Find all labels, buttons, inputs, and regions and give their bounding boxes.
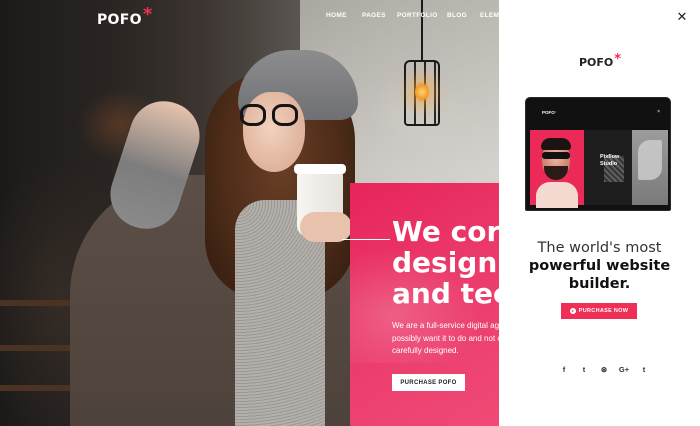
logo-text: POFO — [97, 12, 142, 28]
nav-item-elements[interactable]: ELEME — [480, 12, 499, 19]
hero-headline-line: We cor — [392, 216, 499, 248]
social-links: f t ⊛ G+ t — [559, 364, 649, 374]
side-logo-text: POFO — [579, 56, 614, 69]
logo-star-icon: * — [142, 4, 153, 25]
laptop-screen-close-icon: × — [657, 109, 660, 115]
tumblr-icon[interactable]: t — [639, 364, 649, 374]
laptop-screen-logo-text: POFO — [542, 110, 555, 115]
headline-rule — [342, 239, 390, 240]
pendant-lamp-cord — [421, 0, 423, 62]
hero-headline-line: design, — [392, 246, 499, 279]
glasses-icon — [240, 104, 266, 126]
laptop-screen-logo: POFO* — [542, 110, 557, 115]
logo-star-icon: * — [614, 52, 622, 67]
logo-star-icon: * — [554, 110, 557, 115]
lamp-bulb — [415, 82, 429, 102]
twitter-icon[interactable]: t — [579, 364, 589, 374]
sunglasses-icon — [542, 152, 570, 159]
dribbble-icon[interactable]: ⊛ — [599, 364, 609, 374]
hero-description-line: possibly want it to do and not c — [392, 333, 499, 343]
site-logo[interactable]: POFO* — [97, 4, 153, 29]
purchase-now-label: PURCHASE NOW — [578, 308, 629, 314]
hero-description-line: We are a full-service digital age — [392, 321, 499, 330]
nav-item-blog[interactable]: BLOG — [447, 12, 480, 19]
close-icon[interactable]: ✕ — [676, 10, 688, 23]
portrait-beard — [544, 166, 568, 180]
nav-item-portfolio[interactable]: PORTFOLIO — [397, 12, 447, 19]
tagline-bold: powerful website builder. — [528, 258, 671, 292]
laptop-screen-studio-text: Pixflow Studio — [600, 154, 620, 167]
laptop-screen-gray-tile — [632, 130, 668, 205]
glasses-icon — [272, 104, 298, 126]
nav-item-home[interactable]: HOME — [326, 12, 362, 19]
purchase-now-button[interactable]: PURCHASE NOW — [561, 303, 637, 319]
side-panel-tagline: The world's most powerful website builde… — [499, 239, 700, 293]
hero-description: We are a full-service digital age possib… — [392, 320, 499, 358]
coffee-cup-lid — [294, 164, 346, 174]
laptop-screen-studio-tile: Pixflow Studio — [584, 130, 632, 205]
portrait-hair — [541, 138, 571, 150]
purchase-pofo-button[interactable]: PURCHASE POFO — [392, 374, 465, 391]
laptop-preview-image: POFO* × Pixflow Studio — [525, 97, 671, 211]
google-plus-icon[interactable]: G+ — [619, 364, 629, 374]
play-circle-icon — [569, 308, 576, 314]
main-nav: HOME PAGES PORTFOLIO BLOG ELEME — [326, 12, 499, 19]
hero-description-line: carefully designed. — [392, 346, 459, 355]
facebook-icon[interactable]: f — [559, 364, 569, 374]
hero-headline: We cor design, and tec — [392, 216, 499, 309]
hero-headline-line: and tec — [392, 277, 499, 309]
portrait-body — [536, 182, 578, 208]
nav-item-pages[interactable]: PAGES — [362, 12, 397, 19]
woman-hand — [300, 212, 352, 242]
side-panel: ✕ POFO* POFO* × Pixflow Studio The world… — [499, 0, 700, 426]
tagline-light: The world's most — [537, 240, 662, 256]
laptop-screen-portrait-tile — [530, 130, 584, 208]
side-panel-logo[interactable]: POFO* — [579, 52, 622, 70]
